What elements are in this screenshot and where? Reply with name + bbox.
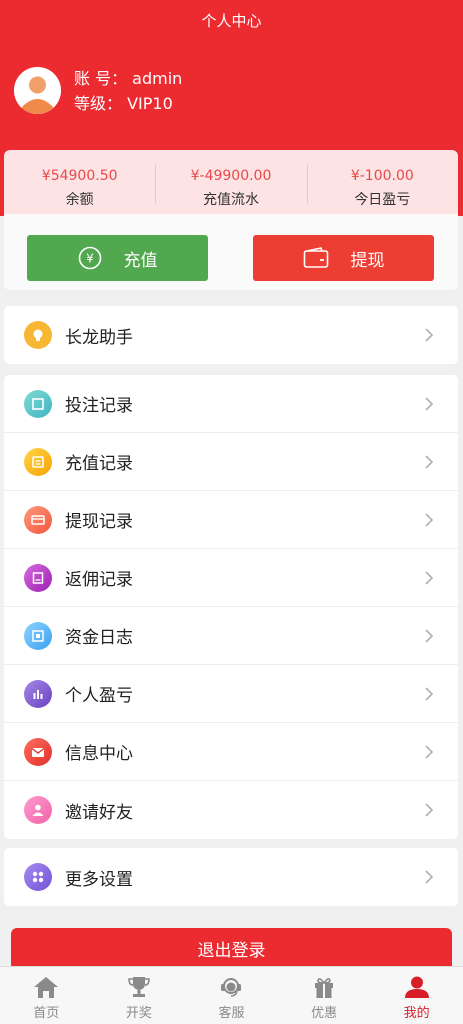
menu-label: 邀请好友 xyxy=(65,802,133,823)
rebate-record-icon xyxy=(24,564,52,592)
menu-label: 资金日志 xyxy=(65,628,133,648)
menu-item-message-center[interactable]: 信息中心 xyxy=(4,723,458,781)
tab-label: 优惠 xyxy=(311,1006,338,1021)
avatar[interactable] xyxy=(14,67,61,114)
stat-today-pnl: ¥-100.00 今日盈亏 xyxy=(306,150,458,214)
tab-label: 开奖 xyxy=(125,1006,152,1021)
chevron-right-icon xyxy=(425,397,434,411)
chevron-right-icon xyxy=(425,745,434,759)
chevron-right-icon xyxy=(425,629,434,643)
menu-label: 信息中心 xyxy=(65,744,133,764)
withdraw-button[interactable]: 提现 xyxy=(253,235,434,281)
page-title: 个人中心 xyxy=(201,12,262,30)
recharge-label: 充值 xyxy=(123,250,158,271)
chevron-right-icon xyxy=(425,513,434,527)
records-card: 投注记录 充值记录 提现记录 返佣记录 资金日志 个人盈亏 信息中心 邀请好友 xyxy=(4,375,458,839)
menu-label: 充值记录 xyxy=(65,454,133,474)
home-icon xyxy=(34,977,59,998)
svg-text:¥: ¥ xyxy=(86,252,94,266)
trophy-icon xyxy=(128,977,150,997)
tab-label: 首页 xyxy=(33,1006,60,1021)
menu-item-bet-records[interactable]: 投注记录 xyxy=(4,375,458,433)
user-info: 账 号： admin 等级： VIP10 xyxy=(74,66,182,116)
account-text: 账 号： admin xyxy=(74,69,183,88)
menu-item-invite-friends[interactable]: 邀请好友 xyxy=(4,781,458,839)
menu-label: 更多设置 xyxy=(65,869,133,890)
invite-friend-icon xyxy=(24,796,52,824)
stats-panel: ¥54900.50 余额 ¥-49900.00 充值流水 ¥-100.00 今日… xyxy=(4,150,458,214)
menu-label: 个人盈亏 xyxy=(65,686,133,706)
action-bar: ¥ 充值 提现 xyxy=(4,214,458,290)
menu-label: 提现记录 xyxy=(65,512,133,532)
stat-value: ¥54900.50 xyxy=(41,168,118,184)
menu-item-recharge-records[interactable]: 充值记录 xyxy=(4,433,458,491)
yuan-icon: ¥ xyxy=(78,246,102,270)
menu-item-rebate-records[interactable]: 返佣记录 xyxy=(4,549,458,607)
stat-value: ¥-100.00 xyxy=(350,168,414,184)
helper-card: 长龙助手 xyxy=(4,306,458,364)
user-avatar-icon xyxy=(14,67,61,114)
recharge-button[interactable]: ¥ 充值 xyxy=(27,235,208,281)
stat-label: 充值流水 xyxy=(202,192,259,208)
bet-record-icon xyxy=(24,390,52,418)
stat-label: 今日盈亏 xyxy=(354,192,411,208)
menu-item-more-settings[interactable]: 更多设置 xyxy=(4,848,458,906)
withdraw-label: 提现 xyxy=(350,250,385,271)
chevron-right-icon xyxy=(425,687,434,701)
chevron-right-icon xyxy=(425,455,434,469)
wallet-icon xyxy=(303,247,329,269)
stat-balance: ¥54900.50 余额 xyxy=(4,150,155,214)
tab-promotions[interactable]: 优惠 xyxy=(278,967,371,1024)
lightbulb-icon xyxy=(24,321,52,349)
menu-item-withdraw-records[interactable]: 提现记录 xyxy=(4,491,458,549)
chevron-right-icon xyxy=(425,328,434,342)
chevron-right-icon xyxy=(425,571,434,585)
chevron-right-icon xyxy=(425,803,434,817)
gift-icon xyxy=(315,978,334,998)
stat-value: ¥-49900.00 xyxy=(190,168,272,184)
menu-label: 投注记录 xyxy=(65,396,133,416)
stat-label: 余额 xyxy=(65,192,94,208)
bar-chart-icon xyxy=(24,680,52,708)
tab-label: 客服 xyxy=(218,1006,245,1021)
bottom-tabbar: 首页 开奖 客服 优惠 我的 xyxy=(0,966,463,1024)
tab-label: 我的 xyxy=(403,1006,430,1021)
mail-icon xyxy=(24,738,52,766)
withdraw-record-icon xyxy=(24,506,52,534)
user-icon xyxy=(404,976,429,998)
tab-customer-service[interactable]: 客服 xyxy=(185,967,278,1024)
level-text: 等级： VIP10 xyxy=(74,94,173,113)
fund-log-icon xyxy=(24,622,52,650)
settings-card: 更多设置 xyxy=(4,848,458,906)
headset-icon xyxy=(221,978,242,997)
menu-item-helper[interactable]: 长龙助手 xyxy=(4,306,458,364)
menu-item-personal-pnl[interactable]: 个人盈亏 xyxy=(4,665,458,723)
menu-item-fund-log[interactable]: 资金日志 xyxy=(4,607,458,665)
chevron-right-icon xyxy=(425,870,434,884)
tab-lottery-results[interactable]: 开奖 xyxy=(93,967,186,1024)
tab-mine[interactable]: 我的 xyxy=(370,967,463,1024)
apps-grid-icon xyxy=(24,863,52,891)
stat-recharge-flow: ¥-49900.00 充值流水 xyxy=(155,150,306,214)
menu-label: 返佣记录 xyxy=(65,570,133,590)
recharge-record-icon xyxy=(24,448,52,476)
menu-label: 长龙助手 xyxy=(65,327,133,348)
tab-home[interactable]: 首页 xyxy=(0,967,93,1024)
